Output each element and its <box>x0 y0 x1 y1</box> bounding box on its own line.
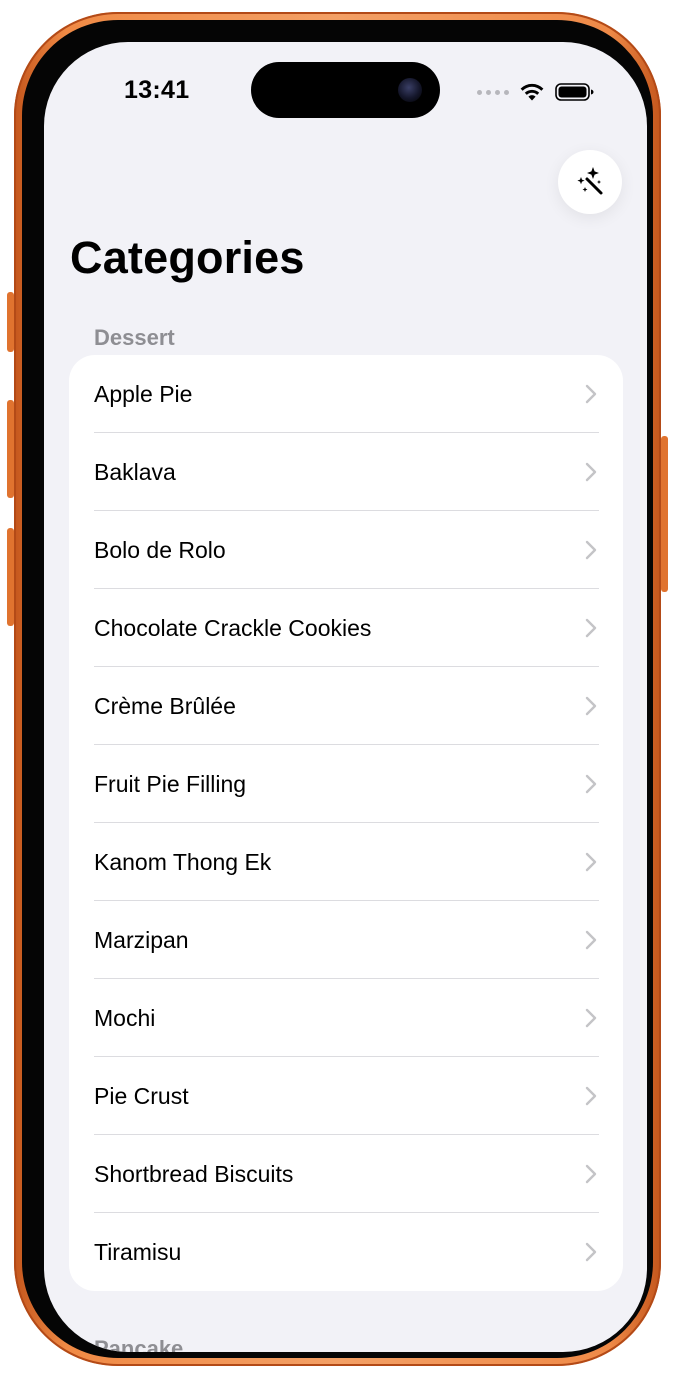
list-item-label: Tiramisu <box>94 1238 182 1265</box>
list-item-label: Apple Pie <box>94 380 193 407</box>
list-item[interactable]: Chocolate Crackle Cookies <box>69 589 623 667</box>
magic-wand-button[interactable] <box>558 150 622 214</box>
list-item-label: Baklava <box>94 458 176 485</box>
section-header-dessert: Dessert <box>94 325 175 350</box>
list-item[interactable]: Tiramisu <box>69 1213 623 1291</box>
list-item[interactable]: Mochi <box>69 979 623 1057</box>
front-camera <box>398 78 422 102</box>
section-header-pancake: Pancake <box>94 1336 184 1352</box>
chevron-right-icon <box>585 852 597 872</box>
list-item[interactable]: Marzipan <box>69 901 623 979</box>
screen: 13:41 Categories Dessert Apple Pie Bakla… <box>44 42 647 1352</box>
chevron-right-icon <box>585 774 597 794</box>
chevron-right-icon <box>585 1008 597 1028</box>
chevron-right-icon <box>585 618 597 638</box>
list-item-label: Mochi <box>94 1004 156 1031</box>
power-button <box>661 436 668 592</box>
battery-icon <box>555 83 594 101</box>
list-item[interactable]: Apple Pie <box>69 355 623 433</box>
list-item[interactable]: Baklava <box>69 433 623 511</box>
status-time: 13:41 <box>124 76 190 104</box>
list-item-label: Kanom Thong Ek <box>94 848 272 875</box>
magic-wand-sparkles-icon <box>577 167 603 195</box>
chevron-right-icon <box>585 696 597 716</box>
page-title: Categories <box>70 232 305 283</box>
volume-down-button <box>7 528 14 626</box>
dynamic-island <box>251 62 440 118</box>
list-item[interactable]: Kanom Thong Ek <box>69 823 623 901</box>
chevron-right-icon <box>585 1086 597 1106</box>
dessert-list: Apple Pie Baklava Bolo de Rolo Chocolate… <box>69 355 623 1291</box>
phone-frame: 13:41 Categories Dessert Apple Pie Bakla… <box>7 12 668 1366</box>
list-item[interactable]: Shortbread Biscuits <box>69 1135 623 1213</box>
chevron-right-icon <box>585 384 597 404</box>
action-button <box>7 292 14 352</box>
chevron-right-icon <box>585 930 597 950</box>
list-item[interactable]: Bolo de Rolo <box>69 511 623 589</box>
list-item[interactable]: Pie Crust <box>69 1057 623 1135</box>
volume-up-button <box>7 400 14 498</box>
cellular-signal-icon <box>477 89 509 95</box>
chevron-right-icon <box>585 1164 597 1184</box>
list-item-label: Fruit Pie Filling <box>94 770 247 797</box>
list-item-label: Marzipan <box>94 926 189 953</box>
chevron-right-icon <box>585 1242 597 1262</box>
list-item-label: Crème Brûlée <box>94 692 236 719</box>
status-bar: 13:41 <box>44 42 647 142</box>
chevron-right-icon <box>585 540 597 560</box>
phone-bezel: 13:41 Categories Dessert Apple Pie Bakla… <box>22 20 653 1358</box>
wifi-icon <box>520 83 544 101</box>
list-item[interactable]: Fruit Pie Filling <box>69 745 623 823</box>
list-item-label: Chocolate Crackle Cookies <box>94 614 372 641</box>
chevron-right-icon <box>585 462 597 482</box>
list-item-label: Bolo de Rolo <box>94 536 226 563</box>
list-item-label: Shortbread Biscuits <box>94 1160 294 1187</box>
status-icons <box>477 80 595 104</box>
list-item-label: Pie Crust <box>94 1082 189 1109</box>
list-item[interactable]: Crème Brûlée <box>69 667 623 745</box>
